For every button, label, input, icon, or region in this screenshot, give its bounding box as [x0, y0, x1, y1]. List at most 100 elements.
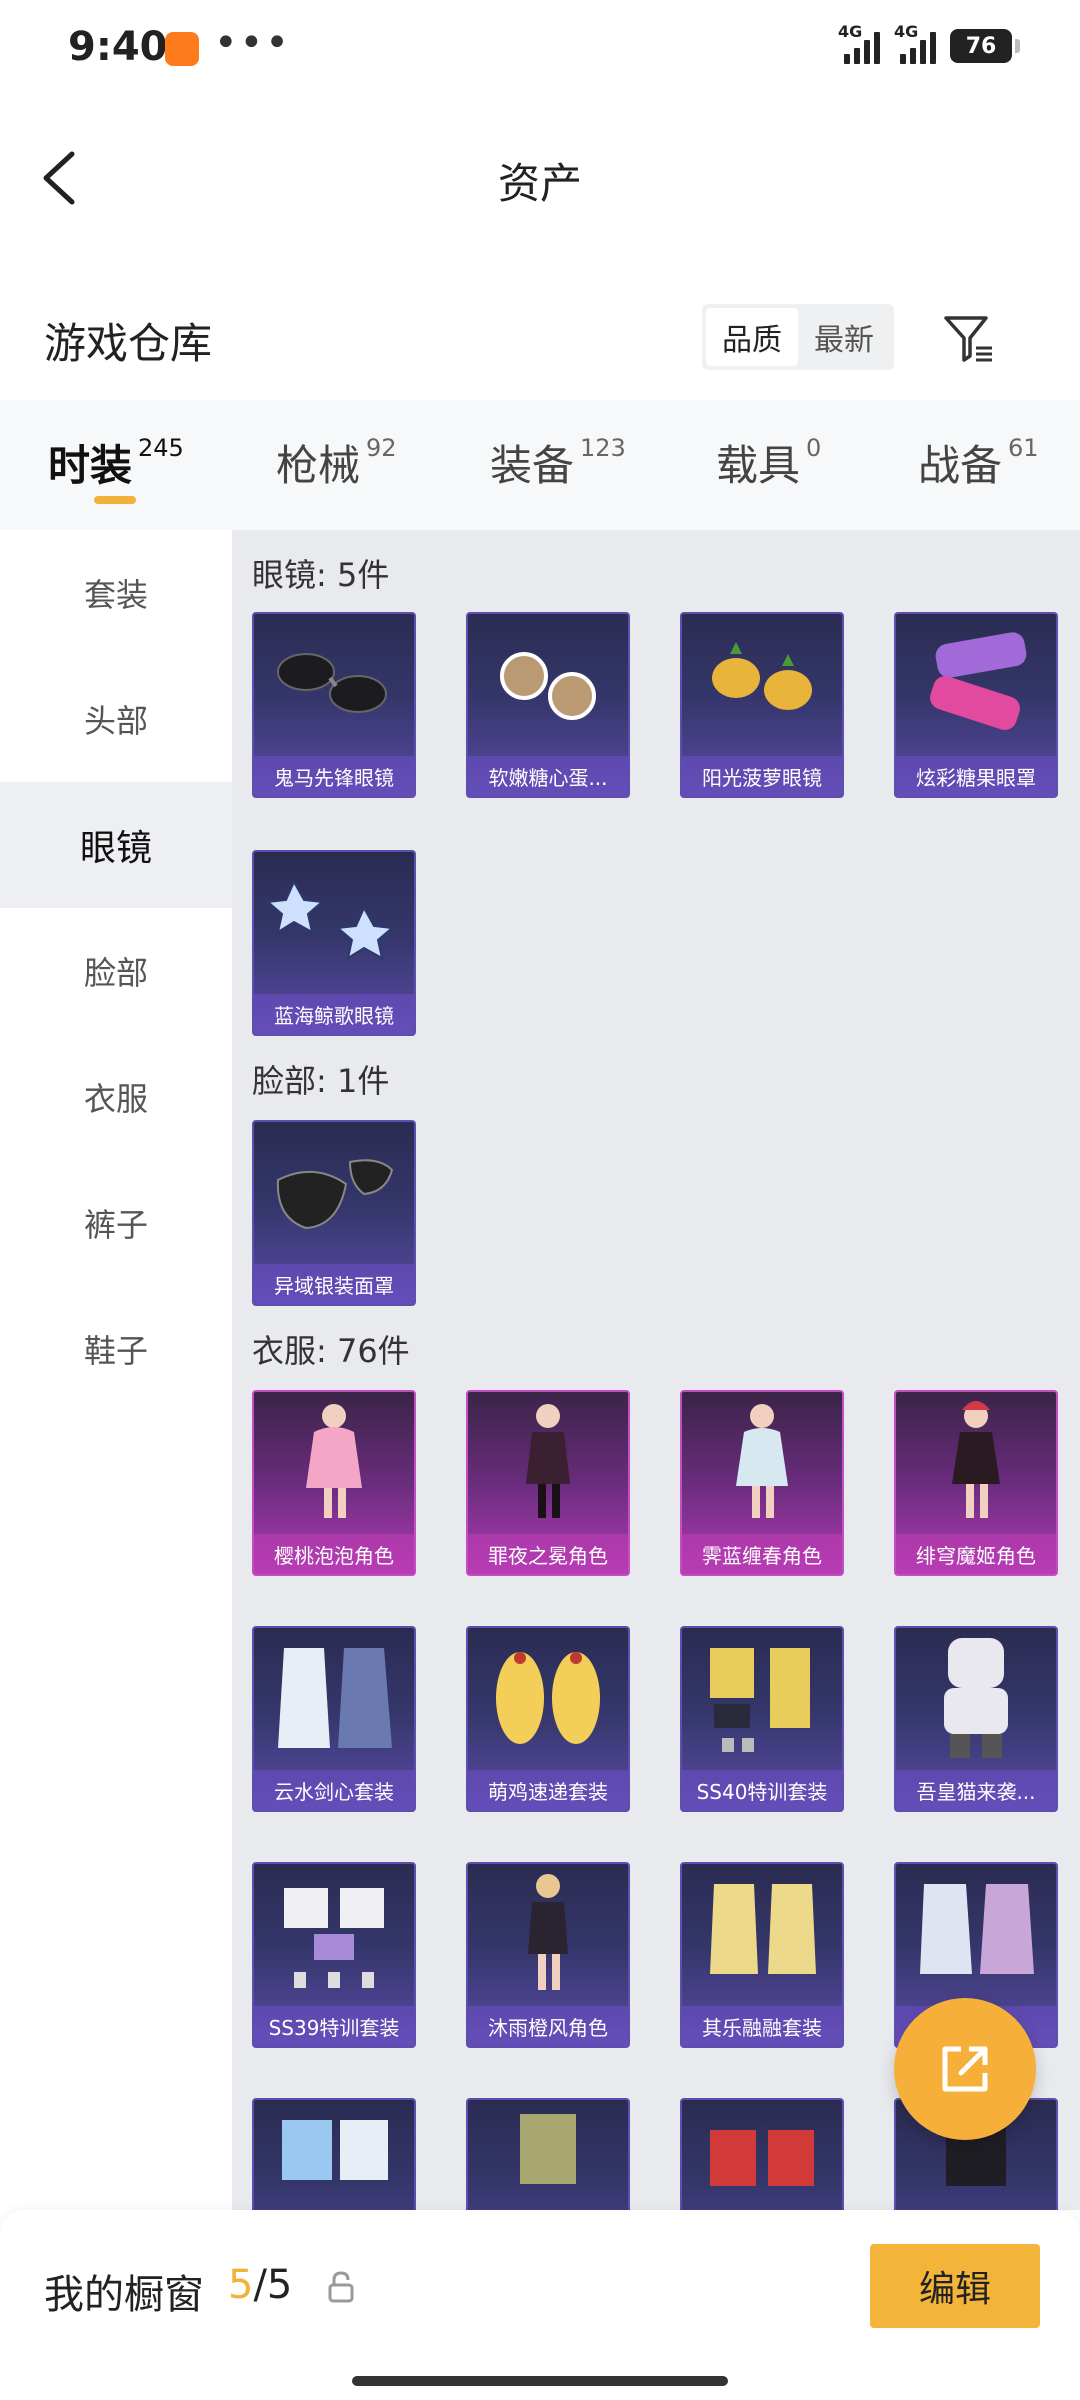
warehouse-title: 游戏仓库: [44, 319, 213, 368]
item-card[interactable]: 鬼马先锋眼镜: [252, 612, 416, 798]
tab-vehicles[interactable]: 载具 0: [716, 432, 821, 493]
eye-mask-icon: [930, 632, 1027, 730]
tab-count: 61: [1008, 434, 1039, 462]
network-type-label-2: 4G: [894, 22, 919, 41]
tab-label: 载具: [716, 441, 801, 490]
outfit-icon: [920, 1884, 1034, 1974]
outfit-icon: [520, 2114, 576, 2184]
section-title-face: 脸部: 1件: [252, 1062, 390, 1100]
outfit-icon: [282, 2120, 388, 2180]
edit-button[interactable]: 编辑: [870, 2244, 1040, 2328]
item-card[interactable]: 其乐融融套装: [680, 1862, 844, 2048]
tab-battle-prep[interactable]: 战备 61: [918, 432, 1039, 493]
sidebar-item-glasses[interactable]: 眼镜: [0, 782, 232, 908]
item-name: 鬼马先锋眼镜: [254, 756, 414, 796]
item-card[interactable]: 软嫩糖心蛋...: [466, 612, 630, 798]
face-mask-icon: [276, 1159, 394, 1230]
item-name: 阳光菠萝眼镜: [682, 756, 842, 796]
item-name: 萌鸡速递套装: [468, 1770, 628, 1810]
showcase-count: 5/5: [228, 2262, 292, 2308]
sidebar-item-suit[interactable]: 套装: [0, 530, 232, 656]
item-grid: 眼镜: 5件 鬼马先锋眼镜 软嫩糖心蛋... 阳光菠萝眼镜 炫彩糖果眼罩 蓝海鲸…: [232, 530, 1080, 2210]
item-card[interactable]: 炫彩糖果眼罩: [894, 612, 1058, 798]
item-name: 樱桃泡泡角色: [254, 1534, 414, 1574]
item-name: 沐雨橙风角色: [468, 2006, 628, 2046]
glasses-icon: [277, 653, 387, 713]
character-figure-icon: [952, 1401, 1000, 1518]
nav-header: 资产: [0, 110, 1080, 240]
showcase-label: 我的橱窗: [44, 2272, 204, 2318]
outfit-icon: [710, 1648, 810, 1752]
sidebar-item-head[interactable]: 头部: [0, 656, 232, 782]
bottom-bar: 我的橱窗 5/5 编辑: [0, 2210, 1080, 2400]
item-name: 蓝海鲸歌眼镜: [254, 994, 414, 1034]
sidebar-item-pants[interactable]: 裤子: [0, 1160, 232, 1286]
item-name: 云水剑心套装: [254, 1770, 414, 1810]
tab-firearms[interactable]: 枪械 92: [276, 432, 397, 493]
item-name: 霁蓝缠春角色: [682, 1534, 842, 1574]
tab-count: 123: [580, 434, 626, 462]
character-figure-icon: [306, 1404, 362, 1518]
sort-toggle: 品质 最新: [702, 304, 894, 370]
item-card[interactable]: 云水剑心套装: [252, 1626, 416, 1812]
showcase-used: 5: [228, 2262, 254, 2308]
tab-count: 245: [138, 434, 184, 462]
tab-count: 92: [366, 434, 397, 462]
status-time: 9:40: [68, 24, 168, 70]
more-notifications-icon: •••: [214, 20, 291, 66]
item-card[interactable]: 樱桃泡泡角色: [252, 1390, 416, 1576]
sidebar-item-clothes[interactable]: 衣服: [0, 1034, 232, 1160]
item-card[interactable]: SS39特训套装: [252, 1862, 416, 2048]
sidebar: 套装 头部 眼镜 脸部 衣服 裤子 鞋子: [0, 530, 232, 2210]
status-indicators: 4G 4G 76: [838, 22, 1020, 64]
item-card[interactable]: [252, 2098, 416, 2210]
item-card[interactable]: 罪夜之冕角色: [466, 1390, 630, 1576]
battery-icon: 76: [950, 29, 1020, 63]
sidebar-item-face[interactable]: 脸部: [0, 908, 232, 1034]
tab-label: 装备: [490, 441, 575, 490]
status-bar: 9:40 ••• 4G 4G 76: [0, 0, 1080, 100]
item-card[interactable]: 吾皇猫来袭...: [894, 1626, 1058, 1812]
signal-icon: 4G: [838, 22, 880, 64]
item-card[interactable]: 沐雨橙风角色: [466, 1862, 630, 2048]
item-name: 罪夜之冕角色: [468, 1534, 628, 1574]
character-figure-icon: [736, 1404, 788, 1518]
item-card[interactable]: 绯穹魔姬角色: [894, 1390, 1058, 1576]
character-figure-icon: [528, 1874, 568, 1990]
glasses-icon: [500, 652, 596, 720]
item-name: 绯穹魔姬角色: [896, 1534, 1056, 1574]
section-title-glasses: 眼镜: 5件: [252, 556, 390, 594]
sidebar-item-shoes[interactable]: 鞋子: [0, 1286, 232, 1412]
item-card[interactable]: 阳光菠萝眼镜: [680, 612, 844, 798]
item-card[interactable]: 萌鸡速递套装: [466, 1626, 630, 1812]
signal-icon-2: 4G: [894, 22, 936, 64]
sort-option-latest[interactable]: 最新: [798, 308, 890, 366]
item-card[interactable]: 霁蓝缠春角色: [680, 1390, 844, 1576]
shopping-app-icon: [165, 32, 199, 66]
item-card[interactable]: [680, 2098, 844, 2210]
tab-equipment[interactable]: 装备 123: [490, 432, 626, 493]
item-card[interactable]: SS40特训套装: [680, 1626, 844, 1812]
character-figure-icon: [526, 1404, 570, 1518]
battery-level: 76: [965, 33, 997, 59]
showcase-total: /5: [253, 2262, 293, 2308]
outfit-icon: [284, 1888, 384, 1988]
tab-fashion[interactable]: 时装 245: [48, 432, 184, 493]
item-card[interactable]: 异域银装面罩: [252, 1120, 416, 1306]
home-indicator: [352, 2376, 728, 2386]
share-button[interactable]: [894, 1998, 1036, 2140]
item-name: 其乐融融套装: [682, 2006, 842, 2046]
item-card[interactable]: 蓝海鲸歌眼镜: [252, 850, 416, 1036]
sort-option-quality[interactable]: 品质: [706, 308, 798, 366]
outfit-icon: [278, 1648, 392, 1748]
outfit-icon: [710, 1884, 816, 1974]
item-name: 炫彩糖果眼罩: [896, 756, 1056, 796]
item-name: SS39特训套装: [254, 2006, 414, 2046]
chicken-suit-icon: [496, 1652, 600, 1744]
cat-suit-icon: [944, 1638, 1008, 1758]
item-name: 吾皇猫来袭...: [896, 1770, 1056, 1810]
item-name: 异域银装面罩: [254, 1264, 414, 1304]
filter-icon[interactable]: [940, 310, 996, 366]
item-card[interactable]: [466, 2098, 630, 2210]
active-tab-indicator: [94, 496, 136, 504]
